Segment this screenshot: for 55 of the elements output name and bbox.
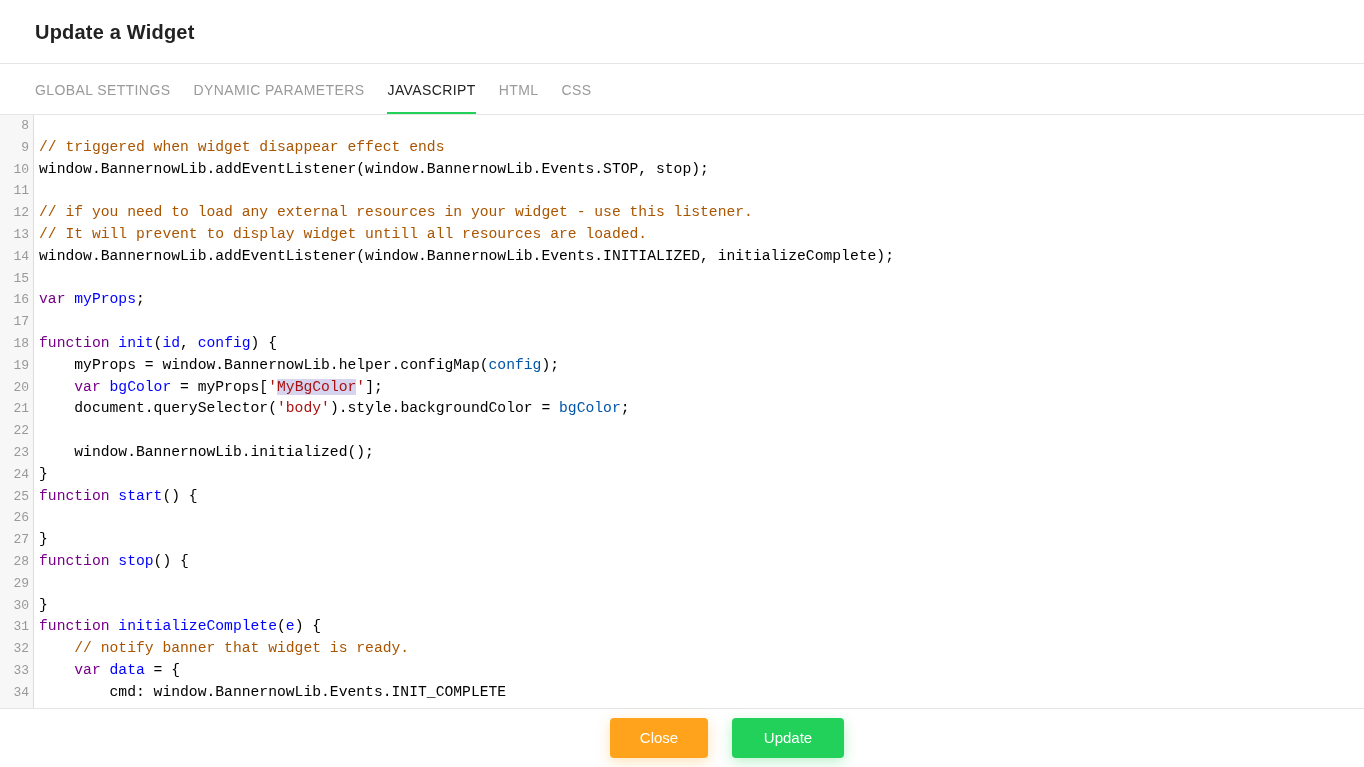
line-number: 15 [13,269,29,288]
update-button[interactable]: Update [732,718,844,758]
line-number: 22 [13,422,29,441]
line-number: 12 [13,204,29,223]
line-number: 8 [21,117,29,135]
tab[interactable]: HTML [498,78,539,114]
line-number: 34 [13,683,29,702]
code-line: function init(id, config) { [38,333,278,353]
tab[interactable]: DYNAMIC PARAMETERS [193,78,365,114]
line-number: 28 [13,552,29,571]
line-number: 29 [13,574,29,593]
code-line: } [38,464,48,484]
line-number: 25 [13,487,29,506]
code-line: // It will prevent to display widget untill all resources are loaded. [38,225,648,244]
code-line: cmd: window.BannernowLib.Events.INIT_COMPLETE [108,682,507,702]
line-number: 14 [13,247,29,266]
line-number: 13 [13,226,29,244]
line-number: 21 [13,400,29,419]
line-number: 10 [13,160,29,179]
line-number: 11 [13,182,29,201]
line-number: 33 [13,661,29,680]
code-line: // if you need to load any external resources in your widget - use this listener. [38,203,753,223]
tab[interactable]: GLOBAL SETTINGS [35,78,171,114]
line-number: 30 [13,596,29,615]
code-line: var myProps; [38,290,145,310]
code-line: var data = { [73,660,181,680]
code-line: var bgColor = myProps['MyBgColor']; [73,377,383,397]
code-line: window.BannernowLib.addEventListener(window.BannernowLib.Events.INITIALIZED, initializeComplete); [38,246,894,266]
tab[interactable]: JAVASCRIPT [387,78,476,114]
code-line: window.BannernowLib.initialized(); [73,442,374,462]
code-line: // triggered when widget disappear effect ends [38,137,445,157]
code-line: function start() { [38,486,198,506]
line-number: 20 [13,378,29,397]
line-number: 19 [13,356,29,375]
line-number: 17 [13,313,29,332]
close-button[interactable]: Close [610,718,708,758]
dialog-title: Update a Widget [35,19,195,45]
code-line: } [38,595,48,615]
line-number: 23 [13,443,29,462]
line-number: 32 [13,640,29,659]
code-line: document.querySelector('body').style.backgroundColor = bgColor; [73,399,630,419]
line-number: 16 [13,291,29,310]
code-line: // notify banner that widget is ready. [73,639,410,659]
line-number: 18 [13,334,29,353]
code-line: } [38,530,48,550]
line-number: 24 [13,465,29,484]
line-number: 31 [13,618,29,637]
code-line: function initializeComplete(e) { [38,617,322,637]
line-number: 27 [13,531,29,550]
line-number: 9 [21,138,29,157]
code-line: myProps = window.BannernowLib.helper.configMap(config); [73,355,560,375]
code-line: window.BannernowLib.addEventListener(window.BannernowLib.Events.STOP, stop); [38,159,709,179]
line-number: 26 [13,509,29,528]
tab[interactable]: CSS [561,78,592,114]
code-line: function stop() { [38,551,189,571]
